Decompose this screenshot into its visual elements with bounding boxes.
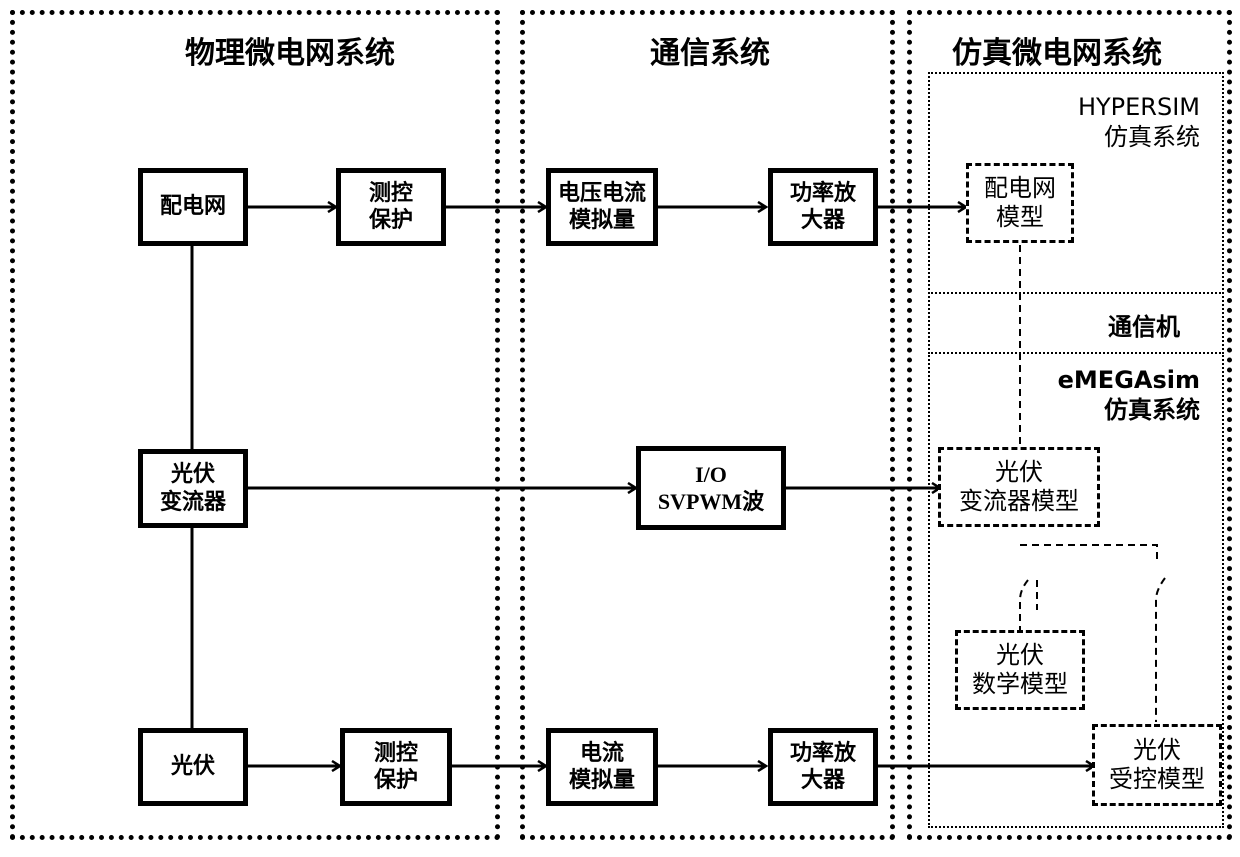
box-io-svpwm-line2: SVPWM波: [657, 489, 765, 514]
box-power-amp-top-line2: 大器: [800, 208, 845, 233]
box-power-amp-top-line1: 功率放: [789, 180, 856, 206]
box-pv: 光伏: [138, 728, 248, 806]
box-protection-top: 测控 保护: [336, 168, 446, 246]
box-pv-inverter-line2: 变流器: [159, 489, 226, 515]
box-protection-bottom-line2: 保护: [373, 768, 418, 793]
box-pv-inverter-line1: 光伏: [170, 462, 215, 487]
box-pv-inverter: 光伏 变流器: [138, 449, 248, 528]
model-pv-controlled-line1: 光伏: [1133, 736, 1181, 765]
box-protection-bottom-line1: 测控: [373, 740, 418, 766]
model-distribution-network-line1: 配电网: [984, 174, 1056, 203]
box-current-analog: 电流 模拟量: [546, 728, 658, 806]
model-pv-math-line1: 光伏: [996, 641, 1044, 670]
box-protection-top-line1: 测控: [368, 180, 413, 206]
box-power-amp-bottom: 功率放 大器: [768, 728, 878, 806]
model-pv-math: 光伏 数学模型: [955, 630, 1085, 710]
dash-inverter-model-to-controlled: [1020, 544, 1158, 560]
box-current-analog-line2: 模拟量: [568, 768, 635, 793]
box-power-amp-bottom-line1: 功率放: [789, 740, 856, 766]
box-power-amp-bottom-line2: 大器: [800, 768, 845, 793]
box-power-amp-top: 功率放 大器: [768, 168, 878, 246]
box-protection-top-line2: 保护: [368, 208, 413, 233]
dash-switch-right: [1155, 577, 1166, 722]
box-pv-label: 光伏: [170, 754, 215, 780]
box-distribution-network-label: 配电网: [159, 194, 226, 220]
model-pv-math-line2: 数学模型: [972, 670, 1068, 698]
model-pv-inverter-line1: 光伏: [995, 458, 1043, 487]
box-io-svpwm-line1: I/O: [695, 461, 727, 487]
model-pv-inverter-line2: 变流器模型: [959, 487, 1079, 515]
model-pv-controlled: 光伏 受控模型: [1092, 724, 1222, 806]
box-voltage-current-analog-line2: 模拟量: [568, 208, 635, 233]
model-pv-inverter: 光伏 变流器模型: [938, 447, 1100, 527]
box-voltage-current-analog-line1: 电压电流: [557, 180, 646, 206]
dash-switch-left: [1019, 579, 1029, 630]
model-distribution-network: 配电网 模型: [966, 163, 1074, 243]
box-distribution-network: 配电网: [138, 168, 248, 246]
box-io-svpwm: I/O SVPWM波: [636, 446, 786, 530]
box-voltage-current-analog: 电压电流 模拟量: [546, 168, 658, 246]
model-distribution-network-line2: 模型: [996, 203, 1044, 231]
box-current-analog-line1: 电流: [579, 740, 624, 766]
model-pv-controlled-line2: 受控模型: [1109, 765, 1205, 793]
box-protection-bottom: 测控 保护: [340, 728, 452, 806]
